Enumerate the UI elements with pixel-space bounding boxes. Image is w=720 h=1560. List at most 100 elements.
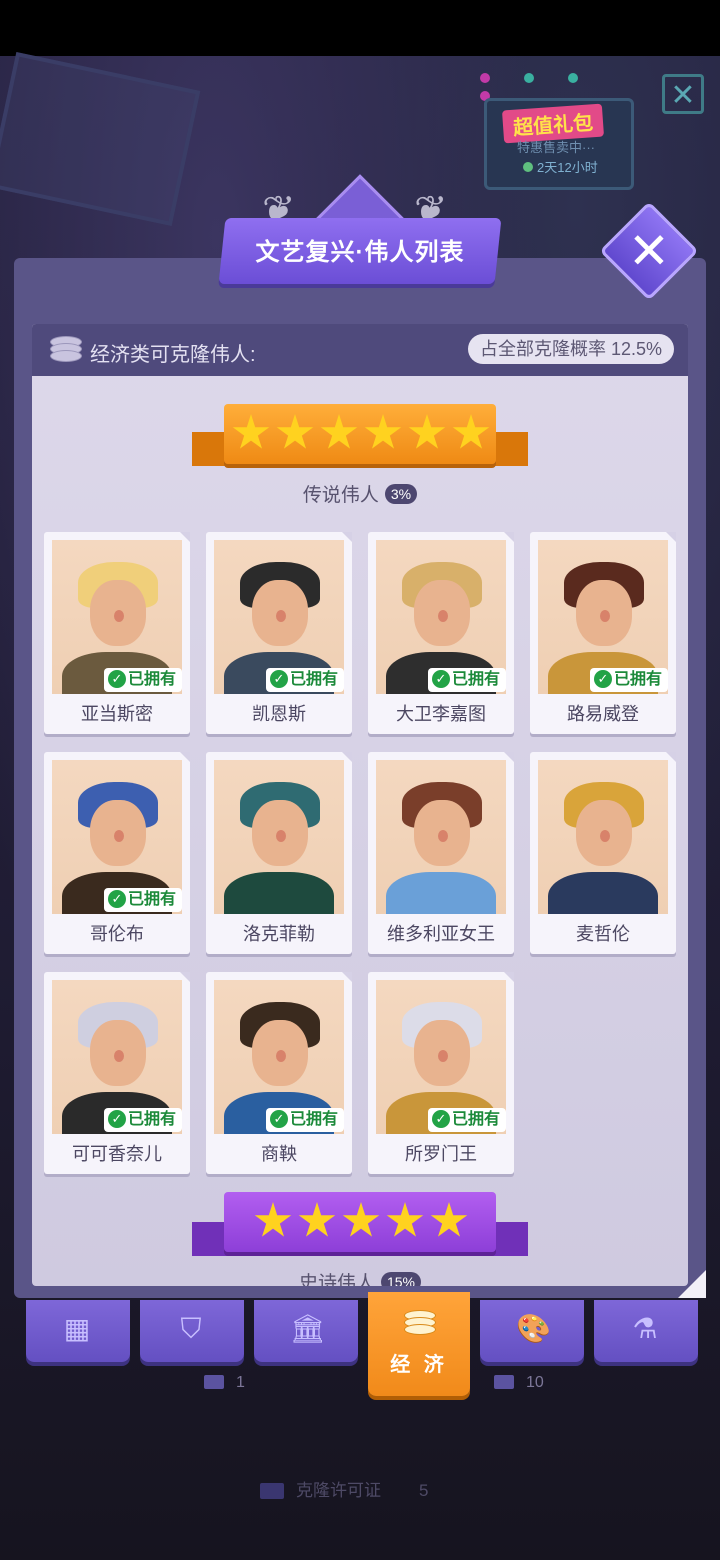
star-icon bbox=[408, 414, 446, 449]
shield-icon: ⛉ bbox=[180, 1313, 202, 1344]
owned-badge: ✓ 已拥有 bbox=[266, 1108, 345, 1132]
hero-name: 大卫李嘉图 bbox=[396, 704, 486, 724]
owned-badge: ✓ 已拥有 bbox=[428, 1108, 507, 1132]
legendary-tier-label: 传说伟人 3% bbox=[32, 480, 688, 507]
owned-badge: ✓ 已拥有 bbox=[104, 888, 183, 912]
owned-label: 已拥有 bbox=[128, 891, 177, 908]
star-icon bbox=[452, 414, 490, 449]
promo-time-text: 2天12小时 bbox=[537, 160, 598, 175]
palette-icon: 🎨 bbox=[516, 1313, 551, 1344]
hero-name: 维多利亚女王 bbox=[387, 924, 495, 944]
owned-label: 已拥有 bbox=[128, 1111, 177, 1128]
hero-card[interactable]: 麦哲伦 bbox=[530, 752, 676, 954]
coin-stack-icon bbox=[402, 1310, 436, 1340]
bank-icon: 🏛 bbox=[290, 1313, 326, 1344]
check-icon: ✓ bbox=[270, 1110, 288, 1128]
owned-label: 已拥有 bbox=[614, 671, 663, 688]
hero-name: 可可香奈儿 bbox=[72, 1144, 162, 1164]
tab-bank[interactable]: 🏛 bbox=[254, 1300, 358, 1362]
clone-count-right: 10 bbox=[494, 1374, 544, 1392]
license-label: 克隆许可证 bbox=[296, 1481, 381, 1500]
star-icon bbox=[430, 1202, 468, 1237]
hero-card[interactable]: ✓ 已拥有大卫李嘉图 bbox=[368, 532, 514, 734]
epic-tier-percent: 15% bbox=[380, 1272, 422, 1286]
promo-subtitle: 特惠售卖中··· bbox=[517, 140, 595, 155]
hero-portrait bbox=[214, 760, 344, 914]
check-icon: ✓ bbox=[108, 890, 126, 908]
hero-name: 路易威登 bbox=[567, 704, 639, 724]
star-icon bbox=[254, 1202, 292, 1237]
hero-card[interactable]: ✓ 已拥有可可香奈儿 bbox=[44, 972, 190, 1174]
legendary-tier-name: 传说伟人 bbox=[302, 485, 379, 506]
clone-count-left: 1 bbox=[204, 1374, 245, 1392]
star-icon bbox=[276, 414, 314, 449]
tab-economy[interactable]: 经 济 bbox=[368, 1292, 470, 1396]
owned-badge: ✓ 已拥有 bbox=[266, 668, 345, 692]
clone-count-right-value: 10 bbox=[526, 1374, 544, 1391]
check-icon: ✓ bbox=[108, 1110, 126, 1128]
epic-tier-label: 史诗伟人 15% bbox=[32, 1268, 688, 1286]
hero-portrait bbox=[376, 760, 506, 914]
clock-icon bbox=[523, 162, 533, 172]
hero-card[interactable]: 维多利亚女王 bbox=[368, 752, 514, 954]
owned-label: 已拥有 bbox=[290, 1111, 339, 1128]
check-icon: ✓ bbox=[432, 670, 450, 688]
hero-name: 洛克菲勒 bbox=[243, 924, 315, 944]
clone-license: 克隆许可证 5 bbox=[260, 1476, 428, 1501]
hero-card[interactable]: ✓ 已拥有凯恩斯 bbox=[206, 532, 352, 734]
star-icon bbox=[364, 414, 402, 449]
license-icon bbox=[260, 1483, 284, 1499]
check-icon: ✓ bbox=[594, 670, 612, 688]
category-label: 经济类可克隆伟人: bbox=[90, 344, 256, 366]
owned-label: 已拥有 bbox=[290, 671, 339, 688]
star-icon bbox=[320, 414, 358, 449]
hero-name: 亚当斯密 bbox=[81, 704, 153, 724]
ticket-icon bbox=[204, 1375, 224, 1389]
tab-shield[interactable]: ⛉ bbox=[140, 1300, 244, 1362]
hero-card[interactable]: ✓ 已拥有 所罗门王 bbox=[368, 972, 514, 1174]
hero-name: 麦哲伦 bbox=[576, 924, 630, 944]
owned-badge: ✓ 已拥有 bbox=[104, 1108, 183, 1132]
star-icon bbox=[342, 1202, 380, 1237]
tab-palette[interactable]: 🎨 bbox=[480, 1300, 584, 1362]
star-icon bbox=[386, 1202, 424, 1237]
status-bar bbox=[0, 0, 720, 56]
check-icon: ✓ bbox=[270, 670, 288, 688]
dialog-title: 文艺复兴·伟人列表 bbox=[255, 239, 465, 266]
owned-label: 已拥有 bbox=[452, 671, 501, 688]
hero-name: 商鞅 bbox=[261, 1144, 297, 1164]
epic-stars bbox=[254, 1202, 468, 1240]
category-tabs: ▦ ⛉ 🏛 经 济 🎨 ⚗ bbox=[0, 1292, 720, 1396]
legendary-tier-percent: 3% bbox=[384, 484, 418, 504]
owned-label: 已拥有 bbox=[128, 671, 177, 688]
promo-timer: 2天12小时 bbox=[523, 157, 598, 176]
clone-count-left-value: 1 bbox=[236, 1374, 245, 1391]
star-icon bbox=[298, 1202, 336, 1237]
grid-icon: ▦ bbox=[63, 1313, 91, 1344]
hero-name: 凯恩斯 bbox=[252, 704, 306, 724]
clone-rate-badge: 占全部克隆概率 12.5% bbox=[467, 334, 674, 364]
legendary-stars bbox=[232, 414, 490, 452]
owned-badge: ✓ 已拥有 bbox=[590, 668, 669, 692]
hero-card[interactable]: ✓ 已拥有 哥伦布 bbox=[44, 752, 190, 954]
background-lights bbox=[480, 70, 640, 101]
category-header: 经济类可克隆伟人: 占全部克隆概率 12.5% bbox=[32, 324, 688, 376]
hero-card[interactable]: 洛克菲勒 bbox=[206, 752, 352, 954]
star-icon bbox=[232, 414, 270, 449]
tab-economy-label: 经 济 bbox=[390, 1354, 448, 1376]
hero-card[interactable]: ✓ 已拥有商鞅 bbox=[206, 972, 352, 1174]
tab-grid[interactable]: ▦ bbox=[26, 1300, 130, 1362]
ticket-icon bbox=[494, 1375, 514, 1389]
flask-icon: ⚗ bbox=[632, 1313, 658, 1344]
license-count: 5 bbox=[419, 1481, 429, 1500]
owned-badge: ✓ 已拥有 bbox=[428, 668, 507, 692]
owned-badge: ✓ 已拥有 bbox=[104, 668, 183, 692]
hero-card[interactable]: ✓ 已拥有路易威登 bbox=[530, 532, 676, 734]
dialog-content: 经济类可克隆伟人: 占全部克隆概率 12.5% 传说伟人 3% ✓ 已拥有 亚当斯密 ✓… bbox=[32, 324, 688, 1286]
epic-tier-name: 史诗伟人 bbox=[298, 1273, 375, 1286]
hero-card[interactable]: ✓ 已拥有亚当斯密 bbox=[44, 532, 190, 734]
background-close-icon: ✕ bbox=[662, 74, 704, 114]
tab-flask[interactable]: ⚗ bbox=[594, 1300, 698, 1362]
great-people-dialog: 经济类可克隆伟人: 占全部克隆概率 12.5% 传说伟人 3% ✓ 已拥有 亚当斯密 ✓… bbox=[14, 258, 706, 1298]
hero-portrait bbox=[538, 760, 668, 914]
